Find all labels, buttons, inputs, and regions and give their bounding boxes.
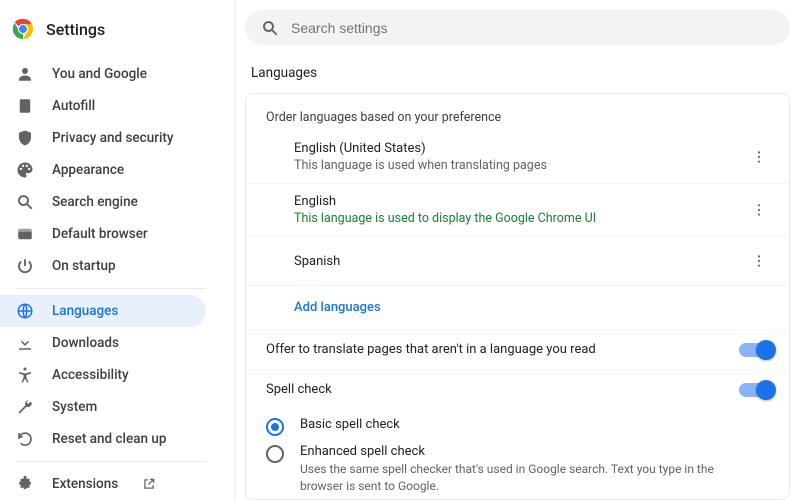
- open-external-icon: [142, 477, 156, 491]
- sidebar-item-label: Downloads: [52, 335, 119, 351]
- language-subtext: This language is used to display the Goo…: [294, 211, 596, 226]
- chrome-logo-icon: [12, 18, 34, 40]
- clipboard-icon: [16, 97, 34, 115]
- sidebar: Settings You and Google Autofill Privacy…: [0, 0, 235, 500]
- sidebar-item-label: Reset and clean up: [52, 431, 166, 447]
- more-options-button[interactable]: [745, 143, 773, 171]
- radio-button[interactable]: [266, 445, 284, 463]
- languages-card: Order languages based on your preference…: [245, 93, 790, 500]
- sidebar-item-downloads[interactable]: Downloads: [0, 327, 206, 359]
- search-bar[interactable]: [245, 10, 790, 45]
- more-options-button[interactable]: [745, 247, 773, 275]
- offer-translate-label: Offer to translate pages that aren't in …: [266, 342, 596, 357]
- download-icon: [16, 334, 34, 352]
- search-icon: [261, 19, 279, 37]
- radio-button[interactable]: [266, 418, 284, 436]
- brand: Settings: [0, 18, 234, 58]
- sidebar-item-label: On startup: [52, 258, 116, 274]
- shield-icon: [16, 129, 34, 147]
- sidebar-item-reset[interactable]: Reset and clean up: [0, 423, 206, 455]
- wrench-icon: [16, 398, 34, 416]
- sidebar-item-you-and-google[interactable]: You and Google: [0, 58, 206, 90]
- sidebar-item-default-browser[interactable]: Default browser: [0, 218, 206, 250]
- palette-icon: [16, 161, 34, 179]
- page-title: Settings: [46, 20, 105, 39]
- power-icon: [16, 257, 34, 275]
- person-icon: [16, 65, 34, 83]
- language-name: Spanish: [294, 254, 340, 269]
- offer-translate-row: Offer to translate pages that aren't in …: [246, 329, 789, 369]
- language-row: English This language is used to display…: [246, 184, 789, 237]
- sidebar-item-label: Extensions: [52, 476, 118, 492]
- sidebar-item-label: Appearance: [52, 162, 124, 178]
- language-name: English: [294, 194, 596, 209]
- radio-label: Basic spell check: [300, 417, 400, 432]
- nav: You and Google Autofill Privacy and secu…: [0, 58, 234, 500]
- offer-translate-toggle[interactable]: [739, 343, 773, 357]
- sidebar-item-label: Default browser: [52, 226, 148, 242]
- search-input[interactable]: [291, 20, 774, 36]
- sidebar-item-privacy[interactable]: Privacy and security: [0, 122, 206, 154]
- spell-check-toggle[interactable]: [739, 383, 773, 397]
- divider: [16, 288, 206, 289]
- extension-icon: [16, 475, 34, 493]
- restore-icon: [16, 430, 34, 448]
- sidebar-item-appearance[interactable]: Appearance: [0, 154, 206, 186]
- sidebar-item-label: Autofill: [52, 98, 95, 114]
- basic-spell-check-option[interactable]: Basic spell check: [246, 409, 789, 436]
- more-options-button[interactable]: [745, 196, 773, 224]
- browser-icon: [16, 225, 34, 243]
- main: Languages Order languages based on your …: [235, 0, 800, 500]
- language-row: Spanish: [246, 237, 789, 286]
- accessibility-icon: [16, 366, 34, 384]
- search-icon: [16, 193, 34, 211]
- sidebar-item-system[interactable]: System: [0, 391, 206, 423]
- sidebar-item-label: Languages: [52, 303, 118, 319]
- sidebar-item-label: System: [52, 399, 97, 415]
- spell-check-row: Spell check: [246, 369, 789, 409]
- sidebar-item-label: Privacy and security: [52, 130, 174, 146]
- globe-icon: [16, 302, 34, 320]
- sidebar-item-extensions[interactable]: Extensions: [0, 468, 206, 500]
- sidebar-item-label: Accessibility: [52, 367, 129, 383]
- sidebar-item-label: You and Google: [52, 66, 147, 82]
- language-subtext: This language is used when translating p…: [294, 158, 547, 173]
- sidebar-item-languages[interactable]: Languages: [0, 295, 206, 327]
- add-languages-button[interactable]: Add languages: [246, 286, 789, 329]
- section-heading: Languages: [251, 65, 790, 81]
- sidebar-item-autofill[interactable]: Autofill: [0, 90, 206, 122]
- enhanced-spell-check-option[interactable]: Enhanced spell check Uses the same spell…: [246, 436, 789, 495]
- language-name: English (United States): [294, 141, 547, 156]
- sidebar-item-search-engine[interactable]: Search engine: [0, 186, 206, 218]
- sidebar-item-accessibility[interactable]: Accessibility: [0, 359, 206, 391]
- sidebar-item-on-startup[interactable]: On startup: [0, 250, 206, 282]
- order-caption: Order languages based on your preference: [246, 98, 789, 131]
- divider: [16, 461, 206, 462]
- spell-check-label: Spell check: [266, 382, 332, 397]
- radio-label: Enhanced spell check: [300, 444, 720, 459]
- sidebar-item-label: Search engine: [52, 194, 138, 210]
- radio-subtext: Uses the same spell checker that's used …: [300, 461, 720, 495]
- language-row: English (United States) This language is…: [246, 131, 789, 184]
